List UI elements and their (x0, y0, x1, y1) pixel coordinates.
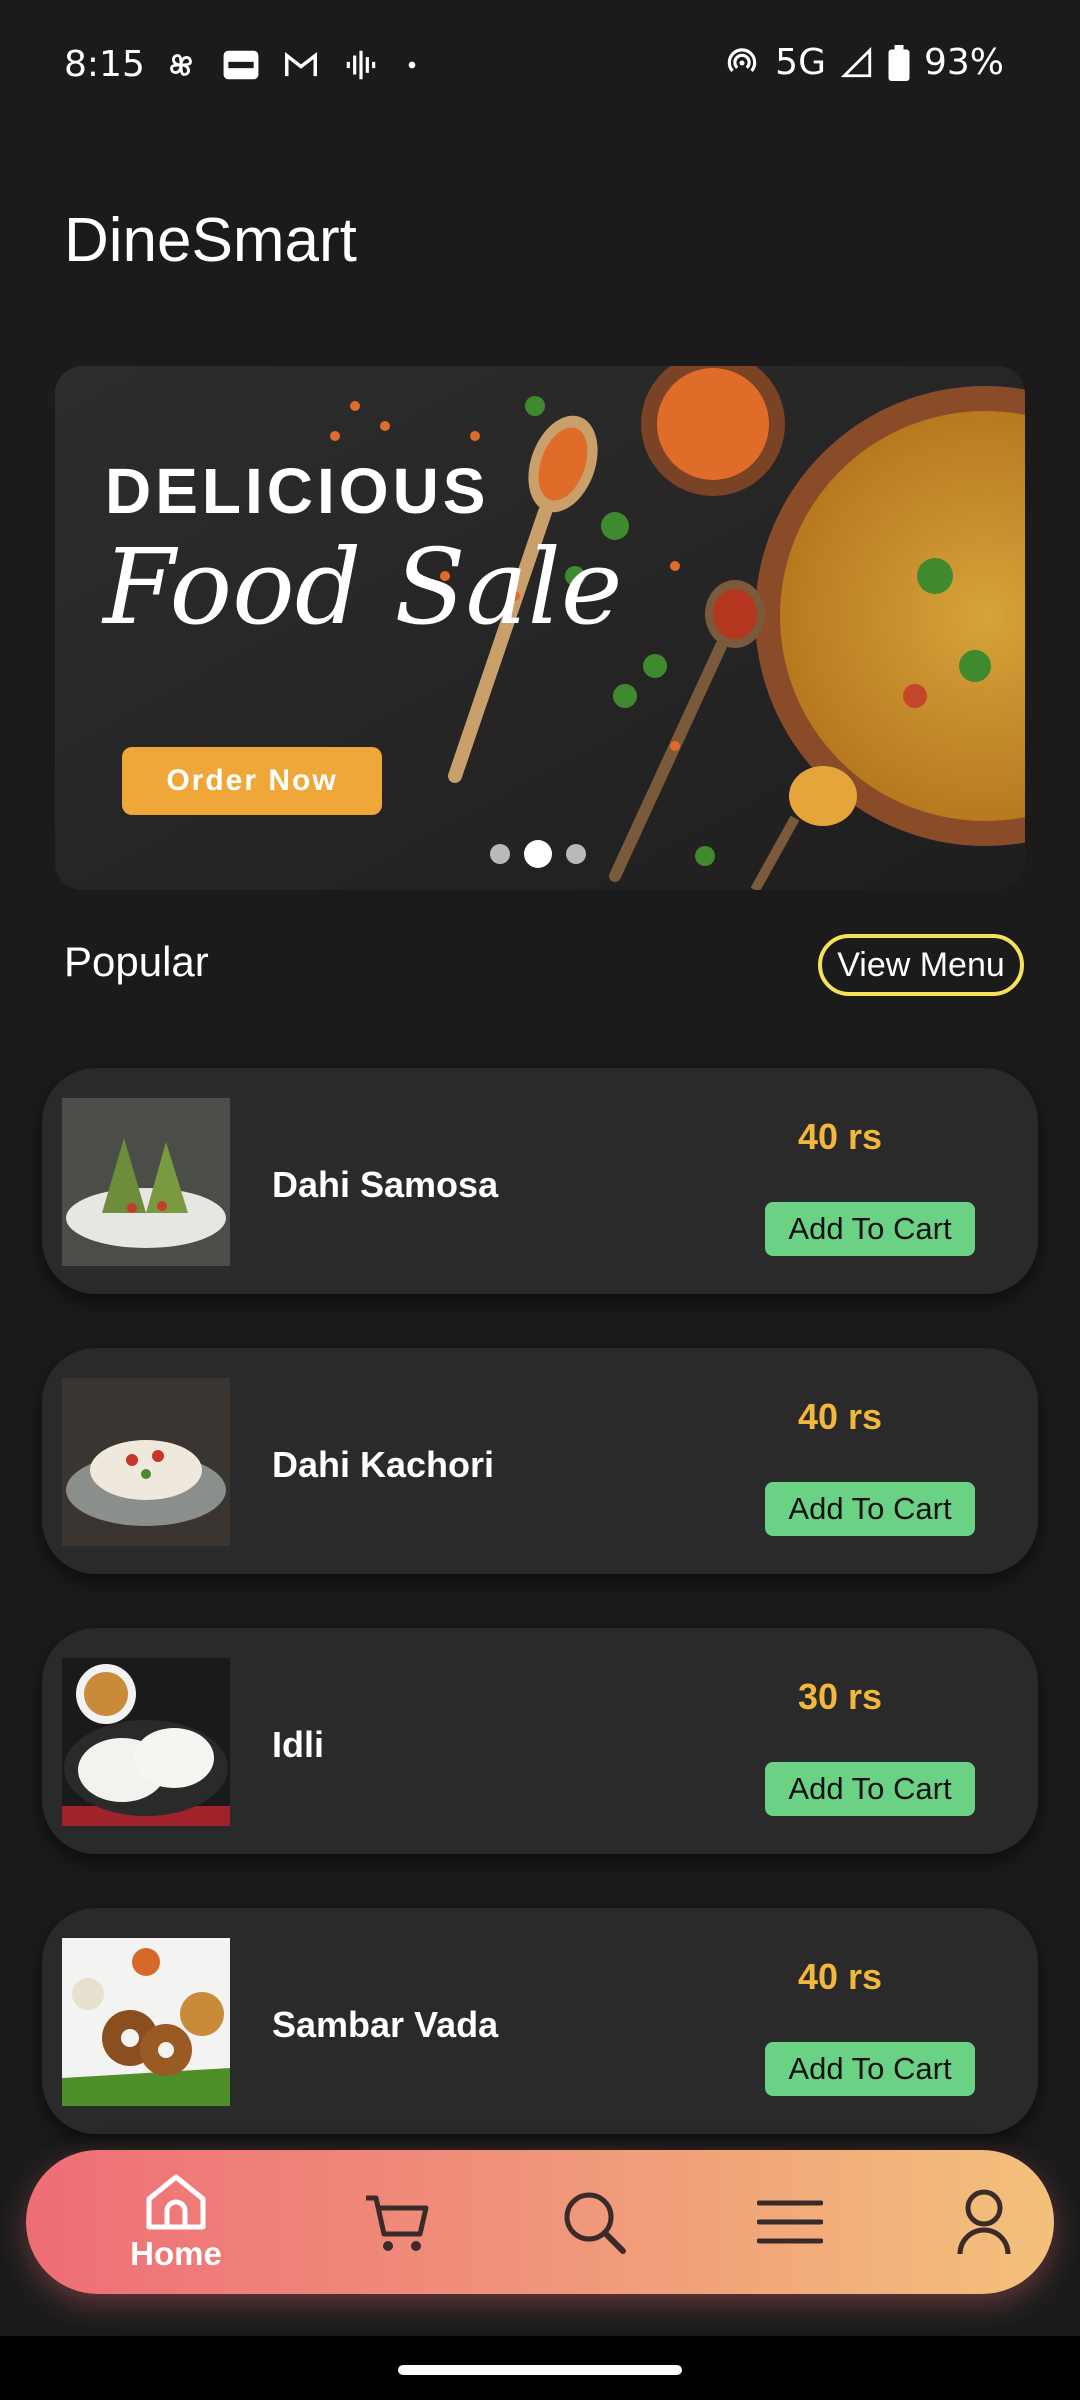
status-right: 5G 93% (723, 42, 1004, 83)
nav-menu[interactable] (720, 2150, 860, 2294)
menu-icon (757, 2200, 823, 2244)
carousel-indicator[interactable] (490, 840, 586, 868)
add-to-cart-button[interactable]: Add To Cart (765, 2042, 975, 2096)
add-to-cart-button[interactable]: Add To Cart (765, 1202, 975, 1256)
nav-home[interactable]: Home (86, 2150, 266, 2294)
item-price: 30 rs (797, 1676, 883, 1717)
carousel-dot-active[interactable] (524, 840, 552, 868)
notification-icons (162, 46, 422, 84)
item-name: Sambar Vada (272, 2004, 499, 2045)
status-time: 8:15 (64, 44, 145, 85)
home-icon (146, 2174, 206, 2230)
bottom-navigation: Home (26, 2150, 1054, 2294)
nav-search[interactable] (524, 2150, 664, 2294)
status-bar: 8:15 5G 93% (0, 0, 1080, 130)
item-price: 40 rs (797, 1396, 883, 1437)
idli-image (62, 1658, 230, 1826)
dot-icon (408, 61, 416, 69)
nav-home-label: Home (130, 2235, 222, 2272)
item-name: Dahi Samosa (272, 1164, 499, 1205)
cart-icon (366, 2195, 429, 2251)
item-price: 40 rs (797, 1116, 883, 1157)
menu-item-card[interactable]: Sambar Vada 40 rs Add To Cart (42, 1908, 1038, 2134)
menu-item-card[interactable]: Dahi Kachori 40 rs Add To Cart (42, 1348, 1038, 1574)
dahi-kachori-image (62, 1378, 230, 1546)
add-to-cart-button[interactable]: Add To Cart (765, 1482, 975, 1536)
network-type: 5G (775, 42, 826, 83)
paytm-icon (223, 50, 259, 80)
pinwheel-icon (170, 54, 192, 76)
battery-percent: 93% (923, 42, 1004, 83)
popular-heading: Popular (64, 938, 209, 985)
sambar-vada-image (62, 1938, 230, 2106)
carousel-dot[interactable] (490, 844, 510, 864)
search-icon (564, 2192, 626, 2254)
battery-icon (888, 44, 910, 81)
nav-profile[interactable] (914, 2150, 1054, 2294)
menu-item-card[interactable]: Dahi Samosa 40 rs Add To Cart (42, 1068, 1038, 1294)
menu-item-card[interactable]: Idli 30 rs Add To Cart (42, 1628, 1038, 1854)
signal-icon (840, 46, 872, 77)
voice-icon (346, 50, 376, 80)
gesture-home-indicator[interactable] (398, 2365, 682, 2375)
app-title: DineSmart (64, 206, 357, 275)
profile-icon (957, 2189, 1011, 2255)
nav-cart[interactable] (326, 2150, 466, 2294)
order-now-button[interactable]: Order Now (122, 747, 382, 815)
add-to-cart-button[interactable]: Add To Cart (765, 1762, 975, 1816)
banner-script-text: Food Sale (103, 526, 623, 648)
carousel-dot[interactable] (566, 844, 586, 864)
banner-headline: DELICIOUS (105, 455, 490, 527)
item-price: 40 rs (797, 1956, 883, 1997)
dahi-samosa-image (62, 1098, 230, 1266)
promo-banner[interactable]: DELICIOUS Food Sale Order Now (55, 366, 1025, 890)
item-name: Idli (272, 1724, 324, 1765)
item-name: Dahi Kachori (272, 1444, 495, 1485)
gmail-icon (285, 51, 317, 77)
view-menu-button[interactable]: View Menu (818, 934, 1024, 996)
hotspot-icon (727, 47, 757, 72)
